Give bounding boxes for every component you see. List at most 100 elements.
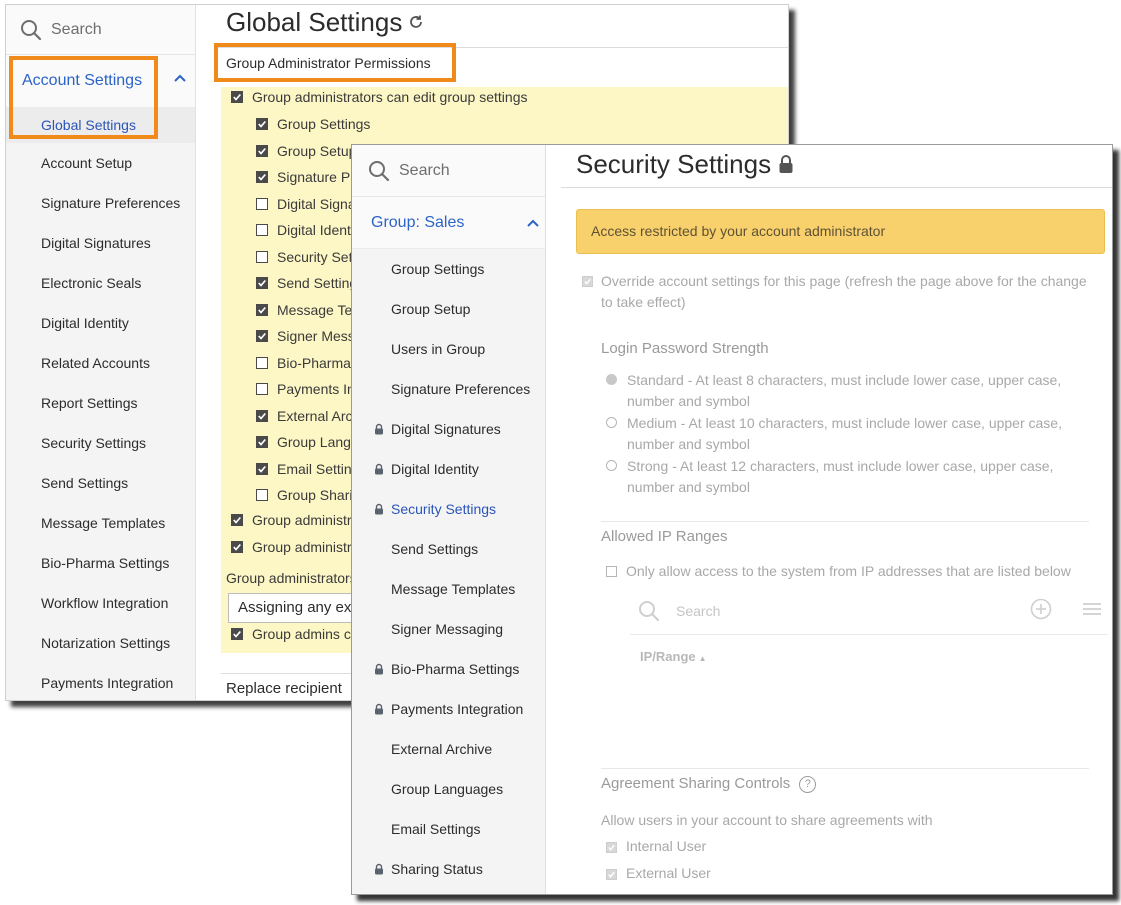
- account-settings-highlight: [9, 56, 158, 139]
- permission-checkbox[interactable]: Message Tem: [256, 302, 364, 318]
- password-option[interactable]: Standard - At least 8 characters, must i…: [606, 370, 1096, 412]
- permission-checkbox[interactable]: Email Setting: [256, 461, 359, 477]
- sidebar-item-electronic-seals[interactable]: Electronic Seals: [6, 263, 195, 303]
- refresh-icon[interactable]: [408, 14, 424, 30]
- checkbox-checked-icon: [256, 436, 268, 448]
- permission-checkbox[interactable]: Payments Int: [256, 381, 359, 397]
- sidebar-item-external-archive[interactable]: External Archive: [352, 729, 545, 769]
- sidebar-item-security-settings[interactable]: Security Settings: [6, 423, 195, 463]
- sidebar-item-group-setup[interactable]: Group Setup: [352, 289, 545, 329]
- checkbox-label: Digital Identi: [277, 222, 354, 238]
- sidebar-item-email-settings[interactable]: Email Settings: [352, 809, 545, 849]
- sidebar-item-account-setup[interactable]: Account Setup: [6, 143, 195, 183]
- sidebar-item-bio-pharma-settings[interactable]: Bio-Pharma Settings: [6, 543, 195, 583]
- sidebar-item-message-templates[interactable]: Message Templates: [6, 503, 195, 543]
- permission-checkbox[interactable]: Group Sharin: [256, 487, 360, 503]
- account-nav-list: Global SettingsAccount SetupSignature Pr…: [6, 107, 195, 701]
- checkbox-empty-icon: [256, 489, 268, 501]
- sidebar-item-label: Digital Signatures: [391, 421, 501, 437]
- sidebar-item-payments-integration[interactable]: Payments Integration: [352, 689, 545, 729]
- sidebar-item-bio-pharma-settings[interactable]: Bio-Pharma Settings: [352, 649, 545, 689]
- group-admins-can-checkbox[interactable]: Group admins ca: [231, 626, 359, 642]
- sidebar-item-related-accounts[interactable]: Related Accounts: [6, 343, 195, 383]
- ip-search-input[interactable]: Search: [676, 603, 720, 619]
- sidebar-item-notarization-settings[interactable]: Notarization Settings: [6, 623, 195, 663]
- group-admin-checkbox[interactable]: Group administra: [231, 539, 359, 555]
- permission-checkbox[interactable]: External Arch: [256, 408, 360, 424]
- menu-icon[interactable]: [1082, 602, 1102, 616]
- checkbox-checked-icon: [256, 118, 268, 130]
- radio-icon: [606, 460, 617, 471]
- sidebar-item-report-settings[interactable]: Report Settings: [6, 383, 195, 423]
- sidebar-item-label: Group Languages: [391, 781, 503, 797]
- sidebar-item-sharing-status[interactable]: Sharing Status: [352, 849, 545, 889]
- permission-checkbox[interactable]: Bio-Pharma S: [256, 355, 364, 371]
- sidebar-item-digital-signatures[interactable]: Digital Signatures: [6, 223, 195, 263]
- override-checkbox[interactable]: Override account settings for this page …: [582, 271, 1102, 313]
- sidebar-item-signer-messaging[interactable]: Signer Messaging: [352, 609, 545, 649]
- checkbox-label: Group administrators can edit group sett…: [252, 89, 527, 105]
- permission-checkbox[interactable]: Group Settings: [256, 116, 370, 132]
- search-icon[interactable]: [638, 600, 660, 622]
- sidebar-item-send-settings[interactable]: Send Settings: [352, 529, 545, 569]
- add-icon[interactable]: [1030, 598, 1052, 620]
- group-admins-label: Group administrators: [226, 570, 357, 586]
- title-divider: [561, 187, 1112, 188]
- sidebar-item-group-languages[interactable]: Group Languages: [352, 769, 545, 809]
- ip-range-column-header[interactable]: IP/Range▲: [640, 649, 707, 664]
- permissions-title-highlight: [214, 43, 456, 82]
- group-admin-checkbox[interactable]: Group administra: [231, 512, 359, 528]
- sidebar-item-digital-identity[interactable]: Digital Identity: [6, 303, 195, 343]
- checkbox-checked-icon: [256, 171, 268, 183]
- edit-group-settings-checkbox[interactable]: Group administrators can edit group sett…: [231, 89, 527, 105]
- sidebar-search[interactable]: Search: [6, 5, 195, 55]
- table-divider: [630, 634, 1108, 635]
- checkbox-empty-icon: [256, 198, 268, 210]
- permission-checkbox[interactable]: Group Setup: [256, 143, 356, 159]
- group-sales-section[interactable]: Group: Sales: [352, 197, 545, 249]
- page-title-text: Security Settings: [576, 149, 771, 180]
- sidebar-item-workflow-integration[interactable]: Workflow Integration: [6, 583, 195, 623]
- sidebar-item-message-templates[interactable]: Message Templates: [352, 569, 545, 609]
- checkbox-label: Security Setti: [277, 249, 359, 265]
- permission-checkbox[interactable]: Send Settings: [256, 275, 364, 291]
- search-icon: [20, 19, 42, 41]
- sort-asc-icon: ▲: [699, 654, 707, 663]
- lock-icon: [374, 463, 384, 475]
- checkbox-label: Group Sharin: [277, 487, 360, 503]
- sidebar-item-group-settings[interactable]: Group Settings: [352, 249, 545, 289]
- permission-checkbox[interactable]: Digital Signat: [256, 196, 360, 212]
- sidebar-item-label: Sharing Status: [391, 861, 483, 877]
- help-icon[interactable]: ?: [799, 776, 816, 793]
- sharing-option-label: Internal User: [626, 838, 706, 854]
- password-option[interactable]: Medium - At least 10 characters, must in…: [606, 413, 1096, 455]
- sidebar-item-digital-signatures[interactable]: Digital Signatures: [352, 409, 545, 449]
- sidebar-item-payments-integration[interactable]: Payments Integration: [6, 663, 195, 701]
- sidebar-item-signature-preferences[interactable]: Signature Preferences: [6, 183, 195, 223]
- sidebar-item-send-settings[interactable]: Send Settings: [6, 463, 195, 503]
- checkbox-empty-icon: [256, 357, 268, 369]
- permission-checkbox[interactable]: Security Setti: [256, 249, 359, 265]
- search-icon: [368, 160, 390, 182]
- password-option-label: Medium - At least 10 characters, must in…: [627, 415, 1062, 452]
- lock-icon: [374, 703, 384, 715]
- checkbox-label: Group administra: [252, 512, 359, 528]
- chevron-up-icon[interactable]: [526, 216, 540, 230]
- sharing-option-checkbox[interactable]: Internal User: [606, 838, 706, 854]
- checkbox-checked-icon: [256, 277, 268, 289]
- chevron-up-icon[interactable]: [173, 71, 187, 85]
- sidebar-search[interactable]: Search: [352, 145, 545, 197]
- sidebar-item-users-in-group[interactable]: Users in Group: [352, 329, 545, 369]
- permission-checkbox[interactable]: Group Langu: [256, 434, 359, 450]
- permission-checkbox[interactable]: Signer Messa: [256, 328, 363, 344]
- ip-restrict-checkbox[interactable]: Only allow access to the system from IP …: [606, 563, 1071, 579]
- sidebar-item-signature-preferences[interactable]: Signature Preferences: [352, 369, 545, 409]
- sharing-option-checkbox[interactable]: External User: [606, 865, 711, 881]
- checkbox-empty-icon: [256, 383, 268, 395]
- sidebar-item-digital-identity[interactable]: Digital Identity: [352, 449, 545, 489]
- lock-icon: [778, 154, 794, 174]
- permission-checkbox[interactable]: Signature Pre: [256, 169, 363, 185]
- password-option[interactable]: Strong - At least 12 characters, must in…: [606, 456, 1096, 498]
- sidebar-item-security-settings[interactable]: Security Settings: [352, 489, 545, 529]
- permission-checkbox[interactable]: Digital Identi: [256, 222, 354, 238]
